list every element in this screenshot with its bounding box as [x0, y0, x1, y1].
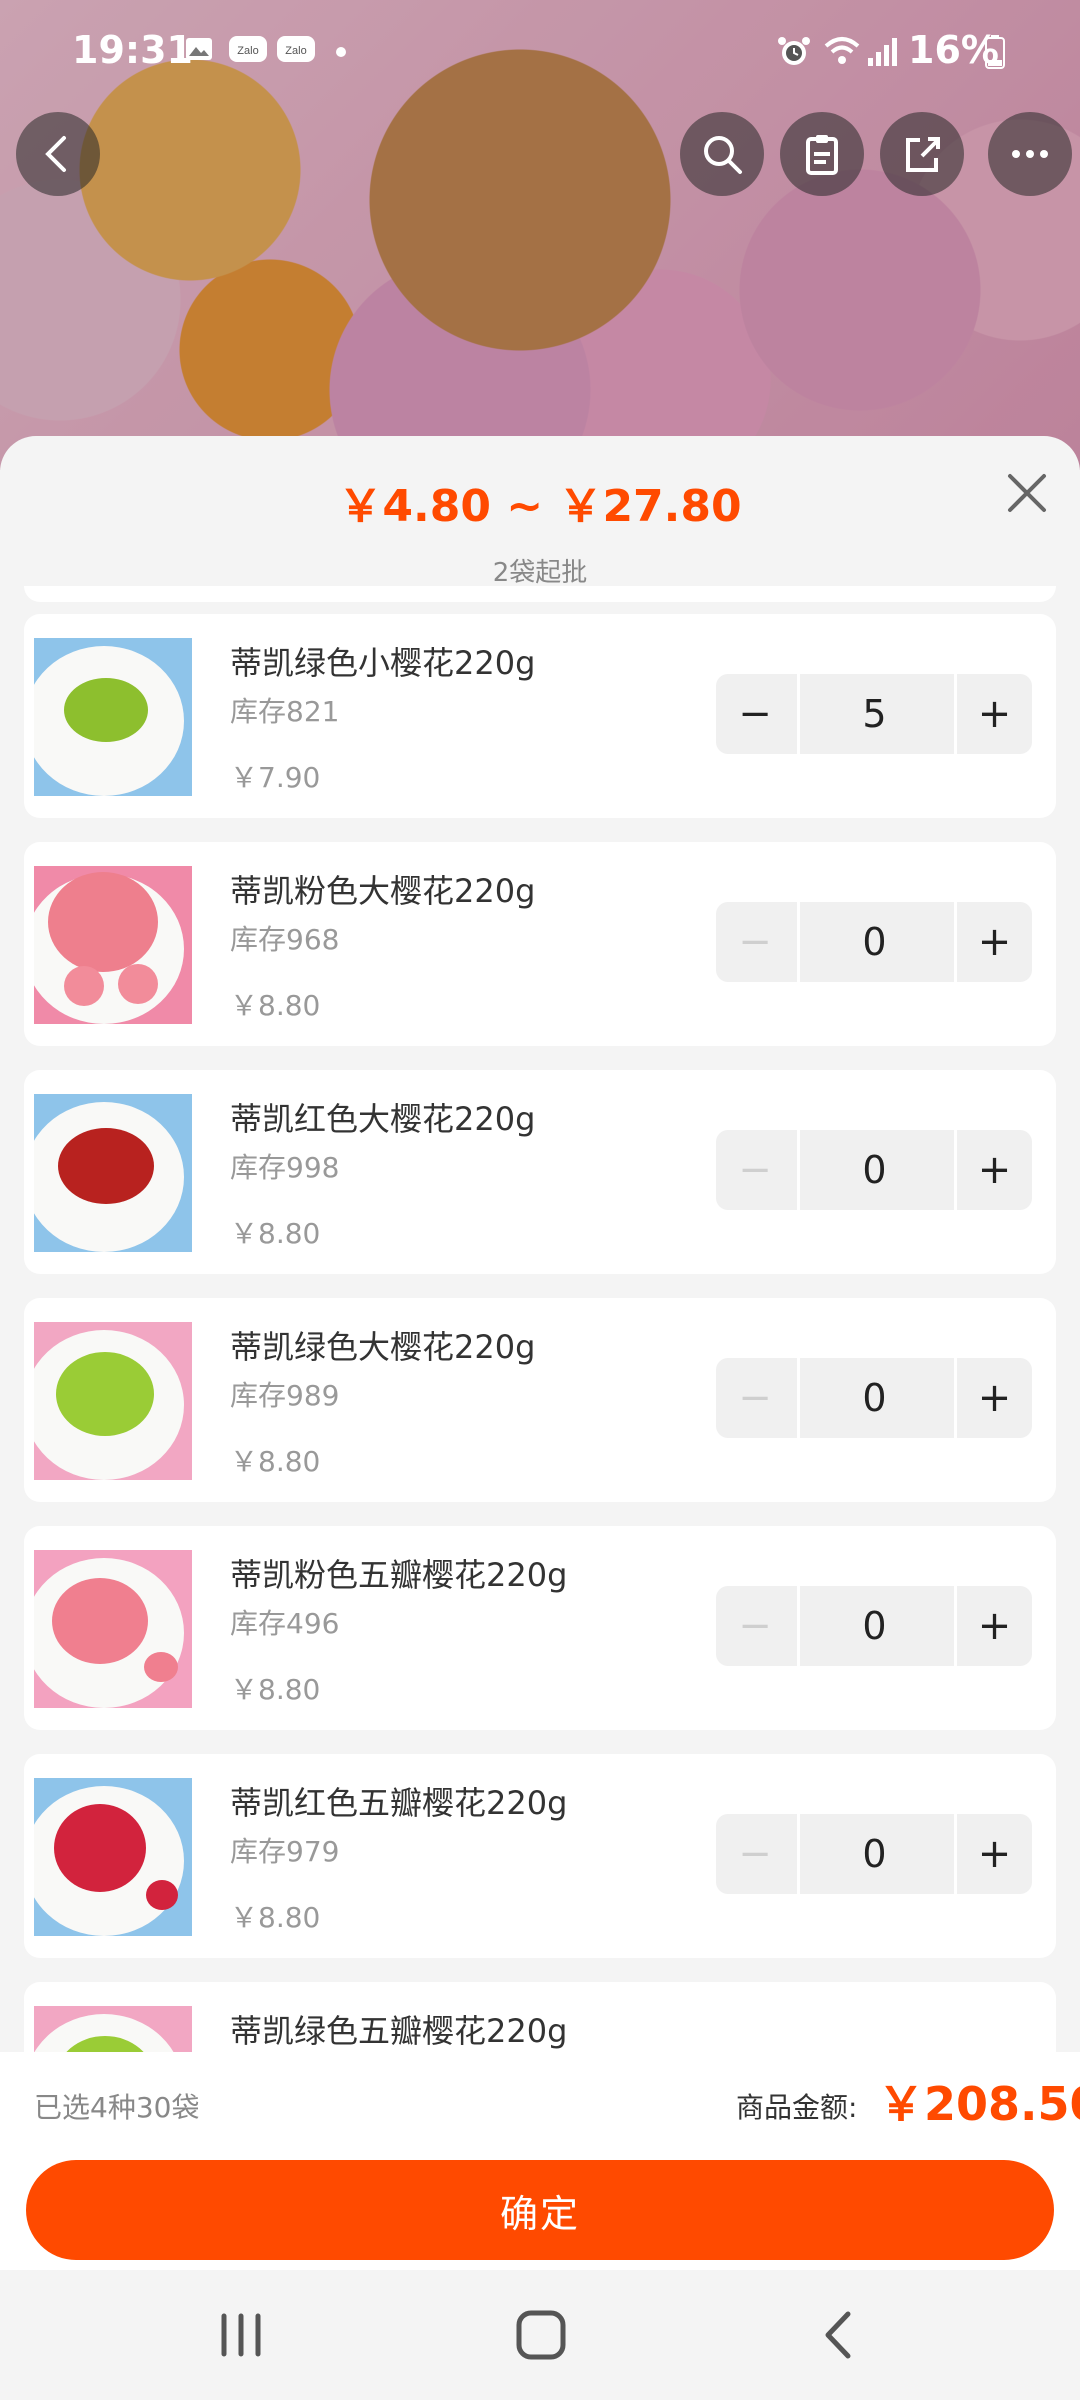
quantity-stepper: − 0 + — [716, 1586, 1032, 1666]
more-icon — [1012, 150, 1048, 158]
variant-thumbnail — [34, 638, 192, 796]
variant-price: ￥8.80 — [230, 1901, 321, 1934]
price-range: ￥4.80 ~ ￥27.80 — [338, 481, 742, 532]
variant-price: ￥8.80 — [230, 1217, 321, 1250]
decrease-button[interactable]: − — [716, 1814, 794, 1894]
variant-card: 蒂凯粉色五瓣樱花220g 库存496 ￥8.80 − 0 + — [24, 1526, 1056, 1730]
variant-thumbnail — [34, 1322, 192, 1480]
variant-price: ￥7.90 — [230, 761, 321, 794]
increase-button[interactable]: + — [954, 1130, 1032, 1210]
clipboard-icon — [806, 135, 838, 175]
dot-icon — [334, 34, 348, 68]
battery-icon — [984, 34, 1006, 69]
increase-button[interactable]: + — [954, 902, 1032, 982]
variant-name: 蒂凯粉色大樱花220g — [230, 872, 536, 910]
variant-thumbnail — [34, 1778, 192, 1936]
decrease-button[interactable]: − — [716, 1130, 794, 1210]
search-button[interactable] — [680, 112, 764, 196]
quantity-stepper: − 0 + — [716, 1130, 1032, 1210]
alarm-icon — [776, 34, 812, 68]
variant-name: 蒂凯红色五瓣樱花220g — [230, 1784, 568, 1822]
variant-stock: 库存998 — [230, 1151, 340, 1184]
variant-stock: 库存989 — [230, 1379, 340, 1412]
quantity-stepper: − 0 + — [716, 902, 1032, 982]
variant-stock: 库存968 — [230, 923, 340, 956]
home-icon[interactable] — [506, 2300, 576, 2370]
variant-price: ￥8.80 — [230, 1673, 321, 1706]
amount-value: ￥208.50 — [878, 2077, 1080, 2131]
share-icon — [906, 137, 940, 172]
variant-price: ￥8.80 — [230, 1445, 321, 1478]
status-bar: 19:31 Zalo Zalo 16% — [0, 0, 1080, 100]
variant-card: 蒂凯红色大樱花220g 库存998 ￥8.80 − 0 + — [24, 1070, 1056, 1274]
quantity-input[interactable]: 0 — [797, 1358, 949, 1438]
zalo-icon: Zalo — [276, 34, 316, 68]
variant-thumbnail — [34, 866, 192, 1024]
variant-stock: 库存496 — [230, 1607, 340, 1640]
decrease-button[interactable]: − — [716, 1358, 794, 1438]
variant-thumbnail — [34, 1094, 192, 1252]
back-button[interactable] — [16, 112, 100, 196]
app-root: 19:31 Zalo Zalo 16% ￥4.80 ~ ￥27.80 2袋起批 … — [0, 0, 1080, 2400]
variant-card: 蒂凯粉色大樱花220g 库存968 ￥8.80 − 0 + — [24, 842, 1056, 1046]
search-icon — [704, 136, 742, 174]
share-button[interactable] — [880, 112, 964, 196]
quantity-stepper: − 0 + — [716, 1358, 1032, 1438]
quantity-input[interactable]: 5 — [797, 674, 949, 754]
variant-name: 蒂凯绿色五瓣樱花220g — [230, 2012, 568, 2050]
zalo-label: Zalo — [285, 45, 306, 57]
confirm-button[interactable]: 确定 — [26, 2160, 1054, 2260]
system-navigation-bar — [0, 2270, 1080, 2400]
clipboard-button[interactable] — [780, 112, 864, 196]
decrease-button[interactable]: − — [716, 902, 794, 982]
increase-button[interactable]: + — [954, 674, 1032, 754]
decrease-button[interactable]: − — [716, 1586, 794, 1666]
quantity-input[interactable]: 0 — [797, 1814, 949, 1894]
variant-name: 蒂凯绿色小樱花220g — [230, 644, 536, 682]
selection-summary: 已选4种30袋 — [34, 2091, 200, 2124]
back-icon — [45, 136, 66, 172]
quantity-input[interactable]: 0 — [797, 902, 949, 982]
close-icon[interactable] — [1000, 466, 1054, 520]
variant-card: 蒂凯红色五瓣樱花220g 库存979 ￥8.80 − 0 + — [24, 1754, 1056, 1958]
quantity-input[interactable]: 0 — [797, 1130, 949, 1210]
variant-price: ￥8.80 — [230, 989, 321, 1022]
more-button[interactable] — [988, 112, 1072, 196]
quantity-stepper: − 5 + — [716, 674, 1032, 754]
wifi-icon — [822, 34, 862, 68]
variant-name: 蒂凯红色大樱花220g — [230, 1100, 536, 1138]
quantity-input[interactable]: 0 — [797, 1586, 949, 1666]
variant-name: 蒂凯粉色五瓣樱花220g — [230, 1556, 568, 1594]
variant-card: 蒂凯绿色小樱花220g 库存821 ￥7.90 − 5 + — [24, 614, 1056, 818]
status-time: 19:31 — [72, 28, 193, 72]
variant-stock: 库存821 — [230, 695, 340, 728]
list-top-edge — [24, 586, 1056, 602]
quantity-stepper: − 0 + — [716, 1814, 1032, 1894]
zalo-label: Zalo — [237, 45, 258, 57]
minimum-order: 2袋起批 — [492, 558, 588, 588]
amount-label: 商品金额: — [736, 2091, 858, 2124]
variant-name: 蒂凯绿色大樱花220g — [230, 1328, 536, 1366]
zalo-icon: Zalo — [228, 34, 268, 68]
increase-button[interactable]: + — [954, 1586, 1032, 1666]
variant-thumbnail — [34, 1550, 192, 1708]
system-back-icon[interactable] — [806, 2300, 876, 2370]
decrease-button[interactable]: − — [716, 674, 794, 754]
recent-apps-icon[interactable] — [206, 2300, 276, 2370]
increase-button[interactable]: + — [954, 1358, 1032, 1438]
image-icon — [184, 34, 214, 68]
increase-button[interactable]: + — [954, 1814, 1032, 1894]
variant-card: 蒂凯绿色大樱花220g 库存989 ￥8.80 − 0 + — [24, 1298, 1056, 1502]
checkout-bar: 已选4种30袋 商品金额: ￥208.50 确定 — [0, 2052, 1080, 2270]
signal-icon — [866, 34, 902, 68]
variant-stock: 库存979 — [230, 1835, 340, 1868]
